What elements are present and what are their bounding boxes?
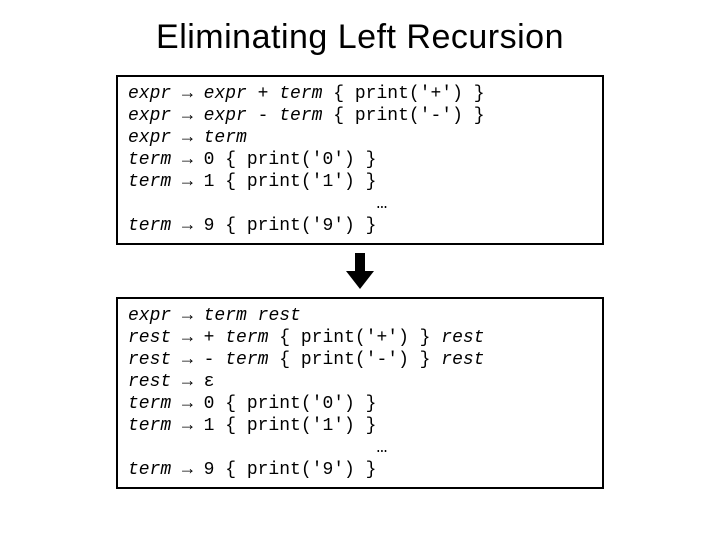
grammar-rule: term → 9 { print('9') } [128, 215, 592, 237]
ellipsis-line: … [128, 437, 592, 459]
grammar-rule: term → 0 { print('0') } [128, 149, 592, 171]
grammar-rule: rest → + term { print('+') } rest [128, 327, 592, 349]
grammar-rule: expr → expr + term { print('+') } [128, 83, 592, 105]
grammar-rule: expr → expr - term { print('-') } [128, 105, 592, 127]
grammar-box-before: expr → expr + term { print('+') }expr → … [116, 75, 604, 245]
slide-title: Eliminating Left Recursion [40, 18, 680, 57]
grammar-rule: term → 1 { print('1') } [128, 415, 592, 437]
grammar-rule: term → 1 { print('1') } [128, 171, 592, 193]
grammar-box-after: expr → term restrest → + term { print('+… [116, 297, 604, 489]
slide: Eliminating Left Recursion expr → expr +… [0, 0, 720, 540]
down-arrow-icon [40, 253, 680, 289]
grammar-rule: term → 0 { print('0') } [128, 393, 592, 415]
grammar-rule: term → 9 { print('9') } [128, 459, 592, 481]
ellipsis-line: … [128, 193, 592, 215]
grammar-rule: rest → - term { print('-') } rest [128, 349, 592, 371]
grammar-rule: expr → term [128, 127, 592, 149]
grammar-rule: rest → ε [128, 371, 592, 393]
grammar-rule: expr → term rest [128, 305, 592, 327]
